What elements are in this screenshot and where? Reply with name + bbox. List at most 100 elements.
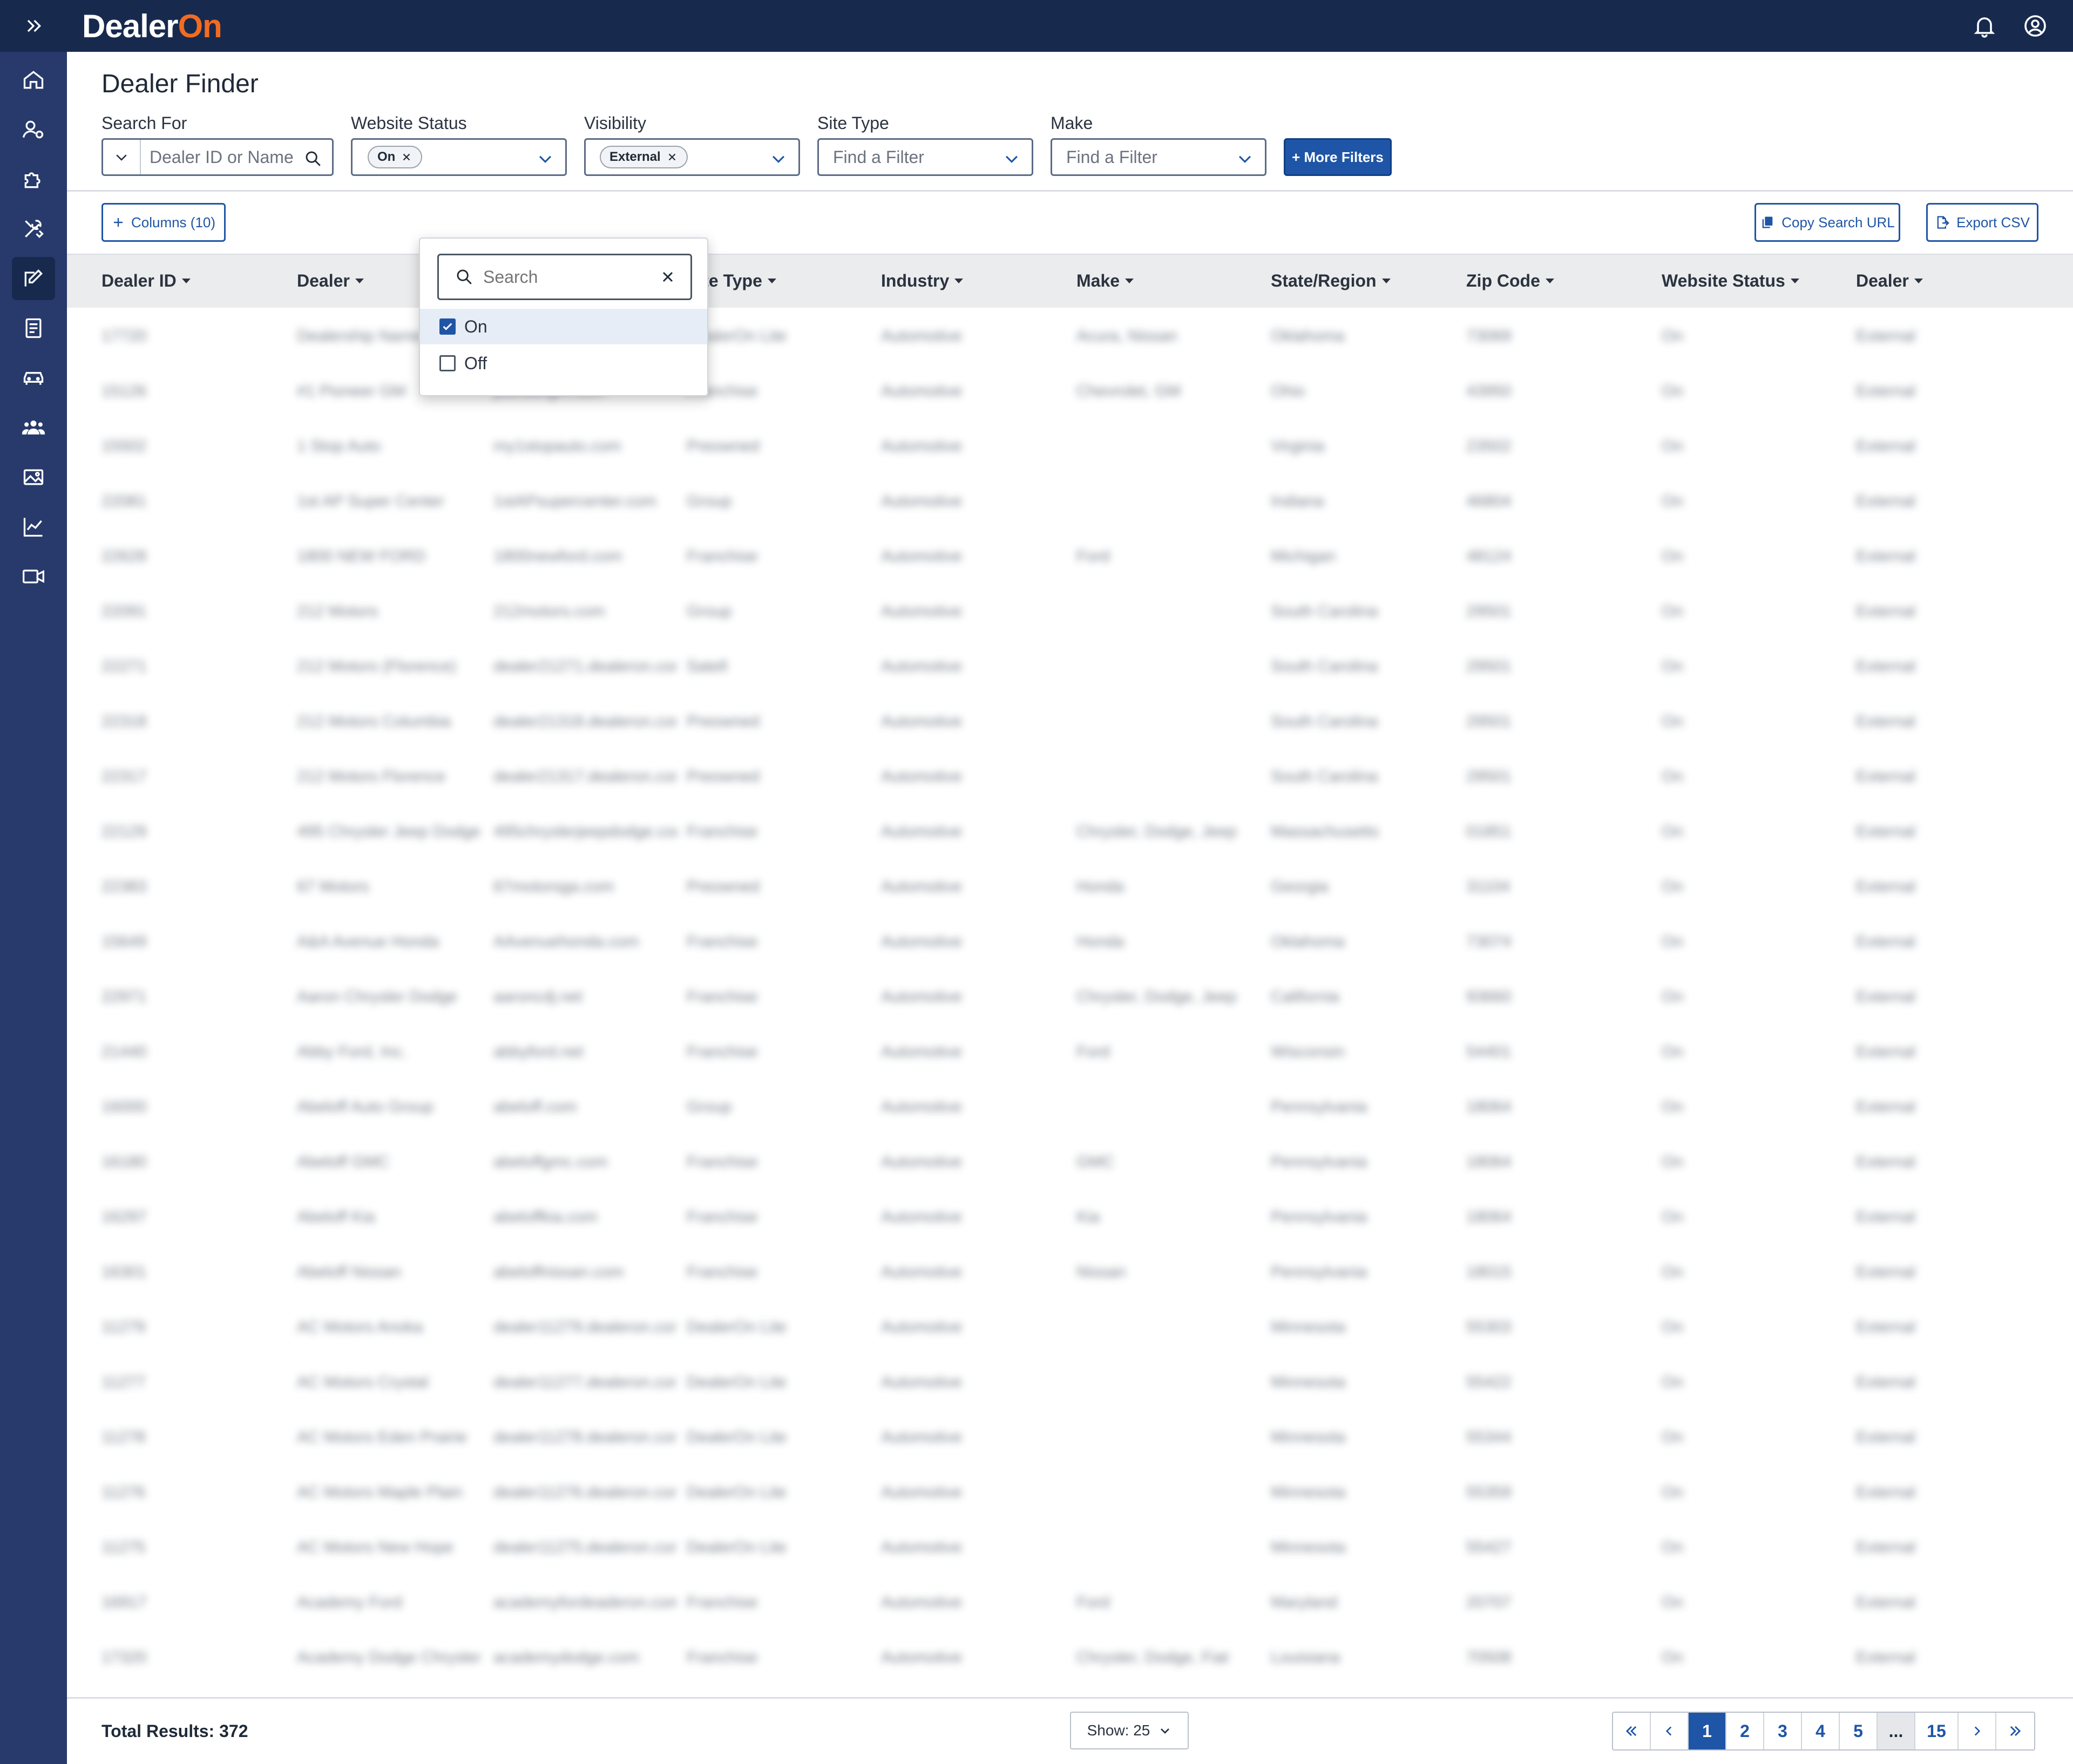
column-header-website-status[interactable]: Website Status [1662,271,1799,291]
table-cell[interactable]: abeloffkia.com [493,1208,598,1226]
page-button-2[interactable]: 2 [1726,1713,1764,1749]
table-row[interactable]: 16000 Abeloff Auto Group abeloff.com Group A… [67,1078,2073,1134]
table-cell[interactable]: abeloffnissan.com [493,1263,624,1281]
page-button-4[interactable]: 4 [1802,1713,1840,1749]
table-row[interactable]: 22971 Aaron Chrysler Dodge aaroncdj.net Fra… [67,968,2073,1023]
clear-icon[interactable] [659,268,676,286]
sidebar-item-users[interactable] [12,406,55,449]
notifications-button[interactable] [1972,13,1997,39]
page-button-1[interactable]: 1 [1689,1713,1726,1749]
page-size-select[interactable]: Show: 25 [1070,1712,1189,1749]
sidebar-item-documents[interactable] [12,307,55,350]
table-row[interactable]: 22081 1st AP Super Center 1stAPsupercenter… [67,473,2073,528]
account-button[interactable] [2022,13,2048,39]
column-header-dealer[interactable]: Dealer [297,271,364,291]
table-row[interactable]: 22317 212 Motors Florence dealer21317.deal… [67,748,2073,803]
sidebar-item-home[interactable] [12,58,55,101]
table-row[interactable]: 11275 AC Motors New Hope dealer11275.deale… [67,1519,2073,1574]
make-select[interactable]: Find a Filter [1051,138,1266,176]
column-header-make[interactable]: Make [1076,271,1134,291]
website-status-select[interactable]: On [351,138,567,176]
table-row[interactable]: 17320 Academy Dodge Chrysler academydodge.… [67,1629,2073,1684]
website-status-chip[interactable]: On [368,146,423,168]
table-cell[interactable]: 1stAPsupercenter.com [493,492,656,511]
table-row[interactable]: 16180 Abeloff GMC abeloffgmc.com Franchise A… [67,1134,2073,1189]
table-row[interactable]: 11276 AC Motors Maple Plain dealer11276.de… [67,1464,2073,1519]
checkbox-unchecked[interactable] [439,355,456,371]
table-cell[interactable]: dealer11278.dealeron.com [493,1428,677,1447]
table-row[interactable]: 22383 67 Motors 67motorsga.com Preowned Auto… [67,858,2073,913]
table-row[interactable]: 15126#1 Pioneer GMpioneergm.comFranchise… [67,363,2073,418]
sidebar-item-inventory[interactable] [12,356,55,399]
search-type-toggle[interactable] [103,140,141,174]
dealeron-logo[interactable]: Dealer On [82,5,222,46]
table-cell[interactable]: dealer21271.dealeron.com [493,657,677,676]
dropdown-search-input[interactable] [483,267,645,287]
visibility-select[interactable]: External [584,138,800,176]
search-icon[interactable] [304,150,322,168]
page-button-15[interactable]: 15 [1915,1713,1959,1749]
table-cell[interactable]: dealer11277.dealeron.com [493,1373,677,1392]
export-csv-button[interactable]: Export CSV [1926,203,2038,242]
table-row[interactable]: 22091 212 Motors 212motors.com Group Automot… [67,583,2073,638]
table-cell[interactable]: abbyford.net [493,1043,584,1061]
table-row[interactable]: 11279 AC Motors Anoka dealer11279.dealeron… [67,1299,2073,1354]
table-row[interactable]: 22271 212 Motors (Florence) dealer21271.de… [67,638,2073,693]
table-row[interactable]: 16917 Academy Ford academyfordeaderon.com F… [67,1574,2073,1629]
table-row[interactable]: 15502 1 Stop Auto my1stopauto.com Preowned A… [67,418,2073,473]
expand-sidebar-button[interactable] [0,0,67,52]
table-cell[interactable]: aaroncdj.net [493,988,582,1006]
table-cell[interactable]: academyfordeaderon.com [493,1593,677,1612]
first-page-button[interactable] [1613,1713,1651,1749]
table-cell[interactable]: 495chryslerjeepdodge.com [493,823,677,841]
dropdown-search-field[interactable] [437,254,692,300]
sidebar-item-editor[interactable] [12,257,55,300]
sidebar-item-video[interactable] [12,555,55,598]
close-icon[interactable] [666,151,678,163]
column-header-dealer-id[interactable]: Dealer ID [101,271,191,291]
table-cell[interactable]: dealer21317.dealeron.com [493,768,677,786]
checkbox-checked[interactable] [439,318,456,335]
next-page-button[interactable] [1959,1713,1996,1749]
table-cell[interactable]: abeloff.com [493,1098,577,1116]
table-cell[interactable]: dealer11276.dealeron.com [493,1483,677,1502]
last-page-button[interactable] [1996,1713,2034,1749]
dropdown-option-off[interactable]: Off [420,345,707,381]
column-header-industry[interactable]: Industry [881,271,964,291]
more-filters-button[interactable]: + More Filters [1284,138,1392,176]
site-type-select[interactable]: Find a Filter [817,138,1033,176]
sidebar-item-analytics[interactable] [12,505,55,548]
copy-search-url-button[interactable]: Copy Search URL [1754,203,1900,242]
column-header-state-region[interactable]: State/Region [1271,271,1391,291]
table-row[interactable]: 11277 AC Motors Crystal dealer11277.dealer… [67,1354,2073,1409]
column-header-zip-code[interactable]: Zip Code [1466,271,1554,291]
table-cell[interactable]: 1800newford.com [493,547,622,566]
table-row[interactable]: 11278 AC Motors Eden Prairie dealer11278.d… [67,1409,2073,1464]
close-icon[interactable] [401,151,412,163]
table-row[interactable]: 17720Dealership Namedealersite.comDealer… [67,308,2073,363]
table-cell[interactable]: academydodge.com [493,1648,639,1667]
table-cell[interactable]: 212motors.com [493,602,605,621]
table-cell[interactable]: dealer21318.dealeron.com [493,713,677,731]
dropdown-option-on[interactable]: On [420,309,707,344]
page-button-3[interactable]: 3 [1764,1713,1802,1749]
table-row[interactable]: 16301 Abeloff Nissan abeloffnissan.com Fran… [67,1244,2073,1299]
table-cell[interactable]: my1stopauto.com [493,437,621,456]
table-row[interactable]: 22628 1800 NEW FORD 1800newford.com Franchi… [67,528,2073,583]
table-row[interactable]: 16297 Abeloff Kia abeloffkia.com Franchise A… [67,1189,2073,1244]
table-cell[interactable]: dealer11279.dealeron.com [493,1318,677,1336]
sidebar-item-media[interactable] [12,456,55,499]
table-row[interactable]: 15649 A&A Avenue Honda AAvenuehonda.com Fra… [67,913,2073,968]
table-cell[interactable]: 67motorsga.com [493,878,614,896]
sidebar-item-plugins[interactable] [12,158,55,201]
table-cell[interactable]: abeloffgmc.com [493,1153,607,1171]
page-button-5[interactable]: 5 [1840,1713,1878,1749]
sidebar-item-user-settings[interactable] [12,108,55,151]
search-for-field[interactable]: Dealer ID or Name [101,138,334,176]
previous-page-button[interactable] [1651,1713,1689,1749]
table-row[interactable]: 22318 212 Motors Columbia dealer21318.deal… [67,693,2073,748]
column-header-dealer-visibility[interactable]: Dealer [1856,271,1923,291]
table-cell[interactable]: AAvenuehonda.com [493,933,639,951]
columns-button[interactable]: Columns (10) [101,203,226,242]
table-row[interactable]: 22129 495 Chrysler Jeep Dodge 495chryslerj… [67,803,2073,858]
